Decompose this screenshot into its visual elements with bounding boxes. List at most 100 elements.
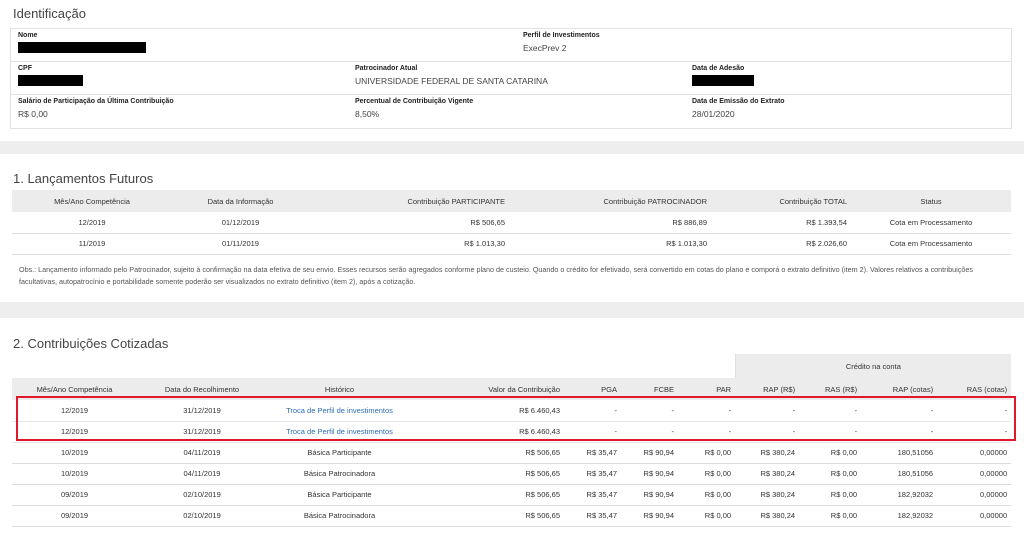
table-cell: R$ 35,47 xyxy=(564,442,621,464)
table-cell: R$ 90,94 xyxy=(621,505,678,527)
table-cell: - xyxy=(937,400,1012,422)
table-cell: - xyxy=(799,400,862,422)
column-header: Contribuição PARTICIPANTE xyxy=(309,190,509,212)
table-cell: R$ 506,65 xyxy=(309,212,509,234)
table-cell: - xyxy=(621,421,678,443)
table-cell: R$ 1.393,54 xyxy=(711,212,851,234)
table-cell: 0,00000 xyxy=(937,463,1012,485)
table-cell: 01/11/2019 xyxy=(172,233,309,255)
column-header: Mês/Ano Competência xyxy=(12,190,172,212)
table-cell: - xyxy=(564,421,621,443)
table-cell: R$ 380,24 xyxy=(735,463,800,485)
table-cell: 11/2019 xyxy=(12,233,172,255)
historico-link[interactable]: Troca de Perfil de investimentos xyxy=(267,421,412,443)
column-header: PGA xyxy=(564,378,621,400)
table-cell: - xyxy=(678,400,736,422)
table-cell: R$ 35,47 xyxy=(564,463,621,485)
adesao-label: Data de Adesão xyxy=(692,65,745,72)
emissao-cell: Data de Emissão do Extrato 28/01/2020 xyxy=(692,98,785,119)
table-cell: R$ 380,24 xyxy=(735,442,800,464)
column-header: FCBE xyxy=(621,378,678,400)
table-cell: R$ 35,47 xyxy=(564,505,621,527)
table-cell: Básica Participante xyxy=(267,442,412,464)
identification-grid: Nome Perfil de Investimentos ExecPrev 2 … xyxy=(10,28,1012,129)
table-cell: 180,51056 xyxy=(861,463,938,485)
table-cell: - xyxy=(735,400,800,422)
cpf-label: CPF xyxy=(18,65,32,72)
table-row: 11/2019 01/11/2019 R$ 1.013,30 R$ 1.013,… xyxy=(12,233,1011,255)
perfil-cell: Perfil de Investimentos ExecPrev 2 xyxy=(523,32,600,53)
table-cell: 02/10/2019 xyxy=(137,505,267,527)
table-cell: 31/12/2019 xyxy=(137,400,267,422)
lancamentos-table: Mês/Ano Competência Data da Informação C… xyxy=(12,190,1011,255)
percentual-cell: Percentual de Contribuição Vigente 8,50% xyxy=(355,98,473,119)
table-cell: 0,00000 xyxy=(937,442,1012,464)
patrocinador-value: UNIVERSIDADE FEDERAL DE SANTA CATARINA xyxy=(355,76,548,86)
contribuicoes-panel: 2. Contribuições Cotizadas Crédito na co… xyxy=(0,318,1024,534)
nome-cell: Nome xyxy=(18,32,146,53)
table-cell: R$ 6.460,43 xyxy=(412,400,564,422)
table-cell: 31/12/2019 xyxy=(137,421,267,443)
patrocinador-label: Patrocinador Atual xyxy=(355,65,418,72)
table-cell: R$ 0,00 xyxy=(678,484,736,506)
table-cell: R$ 1.013,30 xyxy=(509,233,711,255)
table-cell: R$ 506,65 xyxy=(412,442,564,464)
table-cell: R$ 506,65 xyxy=(412,463,564,485)
table-cell: 10/2019 xyxy=(12,463,137,485)
table-cell: R$ 0,00 xyxy=(678,505,736,527)
table-row: 12/2019 01/12/2019 R$ 506,65 R$ 886,89 R… xyxy=(12,212,1011,234)
table-row: 09/2019 02/10/2019 Básica Patrocinadora … xyxy=(12,505,1012,527)
nome-redacted xyxy=(18,42,146,53)
salario-cell: Salário de Participação da Última Contri… xyxy=(18,98,174,119)
identification-panel: Identificação Nome Perfil de Investiment… xyxy=(0,0,1024,141)
table-cell: 180,51056 xyxy=(861,442,938,464)
table-cell: 09/2019 xyxy=(12,505,137,527)
table-cell: R$ 2.026,60 xyxy=(711,233,851,255)
adesao-cell: Data de Adesão xyxy=(692,65,754,86)
table-cell: - xyxy=(678,421,736,443)
cpf-cell: CPF xyxy=(18,65,83,86)
lancamentos-header-row: Mês/Ano Competência Data da Informação C… xyxy=(12,190,1011,212)
emissao-label: Data de Emissão do Extrato xyxy=(692,98,785,105)
table-cell: R$ 0,00 xyxy=(799,505,862,527)
contribuicoes-header-row: Mês/Ano Competência Data do Recolhimento… xyxy=(12,378,1012,400)
table-row: 10/2019 04/11/2019 Básica Participante R… xyxy=(12,442,1012,464)
table-cell: 12/2019 xyxy=(12,212,172,234)
column-header: Mês/Ano Competência xyxy=(12,378,137,400)
percentual-value: 8,50% xyxy=(355,109,380,119)
column-header: Histórico xyxy=(267,378,412,400)
column-header: RAS (cotas) xyxy=(937,378,1012,400)
info-row-3: Salário de Participação da Última Contri… xyxy=(11,95,1011,128)
info-row-2: CPF Patrocinador Atual UNIVERSIDADE FEDE… xyxy=(11,62,1011,95)
column-header: PAR xyxy=(678,378,736,400)
table-cell: - xyxy=(937,421,1012,443)
table-cell: Básica Participante xyxy=(267,484,412,506)
contribuicoes-title: 2. Contribuições Cotizadas xyxy=(13,336,169,351)
table-cell: R$ 35,47 xyxy=(564,484,621,506)
table-cell: 09/2019 xyxy=(12,484,137,506)
table-cell: Cota em Processamento xyxy=(851,233,1011,255)
table-cell: R$ 380,24 xyxy=(735,505,800,527)
info-row-1: Nome Perfil de Investimentos ExecPrev 2 xyxy=(11,29,1011,62)
table-cell: - xyxy=(799,421,862,443)
table-cell: Cota em Processamento xyxy=(851,212,1011,234)
historico-link[interactable]: Troca de Perfil de investimentos xyxy=(267,400,412,422)
table-cell: R$ 0,00 xyxy=(678,442,736,464)
table-cell: 02/10/2019 xyxy=(137,484,267,506)
table-cell: Básica Patrocinadora xyxy=(267,463,412,485)
table-cell: R$ 90,94 xyxy=(621,463,678,485)
salario-value: R$ 0,00 xyxy=(18,109,48,119)
table-cell: - xyxy=(861,421,938,443)
identification-title: Identificação xyxy=(13,6,86,21)
credit-header-row: Crédito na conta xyxy=(12,354,1012,378)
table-cell: R$ 0,00 xyxy=(678,463,736,485)
table-cell: R$ 886,89 xyxy=(509,212,711,234)
table-cell: - xyxy=(735,421,800,443)
column-header: RAS (R$) xyxy=(799,378,862,400)
table-cell: - xyxy=(564,400,621,422)
table-cell: R$ 0,00 xyxy=(799,463,862,485)
table-cell: - xyxy=(861,400,938,422)
adesao-redacted xyxy=(692,75,754,86)
column-header: Status xyxy=(851,190,1011,212)
lancamentos-panel: 1. Lançamentos Futuros Mês/Ano Competênc… xyxy=(0,154,1024,302)
